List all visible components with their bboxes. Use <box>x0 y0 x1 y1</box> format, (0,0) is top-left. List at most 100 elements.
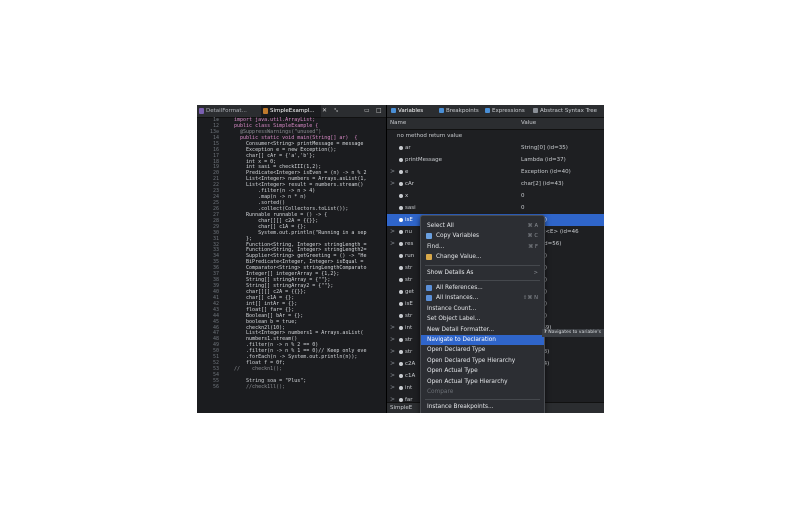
variables-icon <box>391 108 396 113</box>
variable-name: cAr <box>405 181 415 187</box>
eclipse-window: DetailFormat... SimpleExampl... ✕ ³₉ ▭ □… <box>197 105 604 413</box>
expressions-icon <box>485 108 490 113</box>
expand-chevron-icon[interactable]: > <box>390 334 395 346</box>
menu-item[interactable]: Select All ⌘ A <box>421 221 544 231</box>
maximize-icon[interactable]: □ <box>376 105 382 117</box>
menu-item-icon <box>426 233 432 240</box>
menu-item-label: Open Actual Type Hierarchy <box>427 378 508 385</box>
expand-chevron-icon[interactable]: > <box>390 166 395 178</box>
expand-chevron-icon[interactable]: > <box>390 382 395 394</box>
menu-item[interactable]: Open Actual Type Hierarchy <box>421 377 544 387</box>
menu-item[interactable]: Set Object Label... <box>421 314 544 324</box>
variable-icon <box>399 194 403 198</box>
code-line[interactable]: Boolean[] bAr = {}; <box>234 313 303 319</box>
code-line[interactable]: //check1ll(); <box>234 384 285 390</box>
variable-icon <box>399 374 403 378</box>
code-line[interactable]: char[] cAr = {'a','b'}; <box>234 153 315 159</box>
java-file-icon <box>263 108 268 114</box>
menu-item[interactable]: All Instances... ⇧⌘ N <box>421 293 544 303</box>
menu-item[interactable]: Change Value... <box>421 252 544 262</box>
variable-row[interactable]: sasi 0 <box>387 202 604 214</box>
menu-item[interactable]: New Detail Formatter... <box>421 325 544 335</box>
expand-chevron-icon[interactable]: > <box>390 226 395 238</box>
expand-chevron-icon[interactable]: > <box>390 370 395 382</box>
variable-name: run <box>405 253 415 259</box>
close-tab-icon[interactable]: ✕ <box>322 105 327 117</box>
code-line[interactable]: }; <box>234 236 252 242</box>
variable-name: str <box>405 349 413 355</box>
variable-name: int <box>405 385 413 391</box>
variable-icon <box>399 302 403 306</box>
tab-simple-example[interactable]: SimpleExampl... <box>261 105 321 117</box>
line-number: 43 <box>212 306 219 313</box>
expand-chevron-icon[interactable]: > <box>390 178 395 190</box>
menu-item-label: Open Actual Type <box>427 368 478 375</box>
tooltip: ? Navigates to variable's <box>542 329 604 337</box>
variable-name: sasi <box>405 205 416 211</box>
code-line[interactable]: boolean b = true; <box>234 319 297 325</box>
line-number: 45 <box>212 318 219 325</box>
expand-chevron-icon[interactable]: > <box>390 238 395 250</box>
expand-chevron-icon[interactable]: > <box>390 358 395 370</box>
variable-row[interactable]: x0 <box>387 190 604 202</box>
menu-item[interactable]: Navigate to Declaration <box>421 335 544 345</box>
code-line[interactable]: // checkn1(); <box>234 367 282 372</box>
menu-item[interactable]: Open Declared Type Hierarchy <box>421 356 544 366</box>
menu-item-label: New Detail Formatter... <box>427 326 495 333</box>
menu-item-icon <box>426 254 432 261</box>
menu-item-label: Open Declared Type Hierarchy <box>427 357 516 364</box>
tab-overflow[interactable]: ³₉ <box>334 105 338 117</box>
expand-chevron-icon[interactable]: > <box>390 322 395 334</box>
variable-icon <box>399 242 403 246</box>
menu-item-label: Copy Variables <box>436 233 480 240</box>
menu-item[interactable]: Instance Breakpoints... <box>421 402 544 412</box>
menu-item[interactable]: Open Actual Type <box>421 366 544 376</box>
code-line[interactable]: char[] c1A = {}; <box>234 224 306 230</box>
tab-breakpoints[interactable]: Breakpoints <box>439 105 479 117</box>
context-menu: Select All ⌘ A Copy Variables ⌘ C Find... ⌘ F… <box>420 215 545 413</box>
expand-chevron-icon[interactable]: > <box>390 346 395 358</box>
menu-item-label: Instance Breakpoints... <box>427 404 494 411</box>
menu-item-icon <box>426 285 432 291</box>
variable-icon <box>399 362 403 366</box>
variable-row[interactable]: ar String[0] (id=35) <box>387 142 604 154</box>
variable-row[interactable]: > e Exception (id=40) <box>387 166 604 178</box>
tab-expressions[interactable]: Expressions <box>485 105 525 117</box>
code-line[interactable]: float[] far= {}; <box>234 307 294 313</box>
variable-name: nu <box>405 229 412 235</box>
breakpoints-icon <box>439 108 444 113</box>
variable-name: x <box>405 193 409 199</box>
columns-header: Name Value <box>387 118 604 130</box>
menu-item[interactable]: Open Declared Type <box>421 345 544 355</box>
variable-row[interactable]: no method return value <box>387 130 604 142</box>
variable-name: get <box>405 289 415 295</box>
menu-shortcut: ⌘ C <box>527 233 538 240</box>
minimize-icon[interactable]: ▭ <box>364 105 370 117</box>
tab-detail-formatter[interactable]: DetailFormat... <box>197 105 260 117</box>
menu-item-label: Set Object Label... <box>427 316 481 323</box>
code-line[interactable]: Consumer<String> printMessage = message <box>234 141 363 147</box>
code-line[interactable]: Exception e = new Exception(); <box>234 147 336 153</box>
variable-row[interactable]: > cAr char[2] (id=43) <box>387 178 604 190</box>
menu-item[interactable]: Copy Variables ⌘ C <box>421 231 544 241</box>
tab-ast[interactable]: Abstract Syntax Tree <box>533 105 597 117</box>
variable-icon <box>399 182 403 186</box>
line-number: 29 <box>212 223 219 230</box>
menu-item[interactable]: Find... ⌘ F <box>421 242 544 252</box>
menu-separator <box>425 264 540 266</box>
variable-name: ar <box>405 145 411 151</box>
tab-variables[interactable]: Variables <box>391 105 423 117</box>
menu-item[interactable]: Show Details As > <box>421 268 544 278</box>
line-number: 31 <box>212 235 219 242</box>
name-column-header[interactable]: Name <box>390 118 406 129</box>
variable-name: str <box>405 265 413 271</box>
menu-item[interactable]: All References... <box>421 283 544 293</box>
code-line[interactable]: System.out.println("Running in a sep <box>234 230 366 236</box>
value-column-header[interactable]: Value <box>521 118 536 129</box>
variable-name: no method return value <box>397 133 463 139</box>
code-area[interactable]: 1⊕ import java.util.ArrayList; 12 public cl… <box>197 118 386 413</box>
menu-item[interactable]: Instance Count... <box>421 304 544 314</box>
variable-icon <box>399 146 403 150</box>
variable-row[interactable]: printMessage Lambda (id=37) <box>387 154 604 166</box>
line-number: 17 <box>212 152 219 159</box>
